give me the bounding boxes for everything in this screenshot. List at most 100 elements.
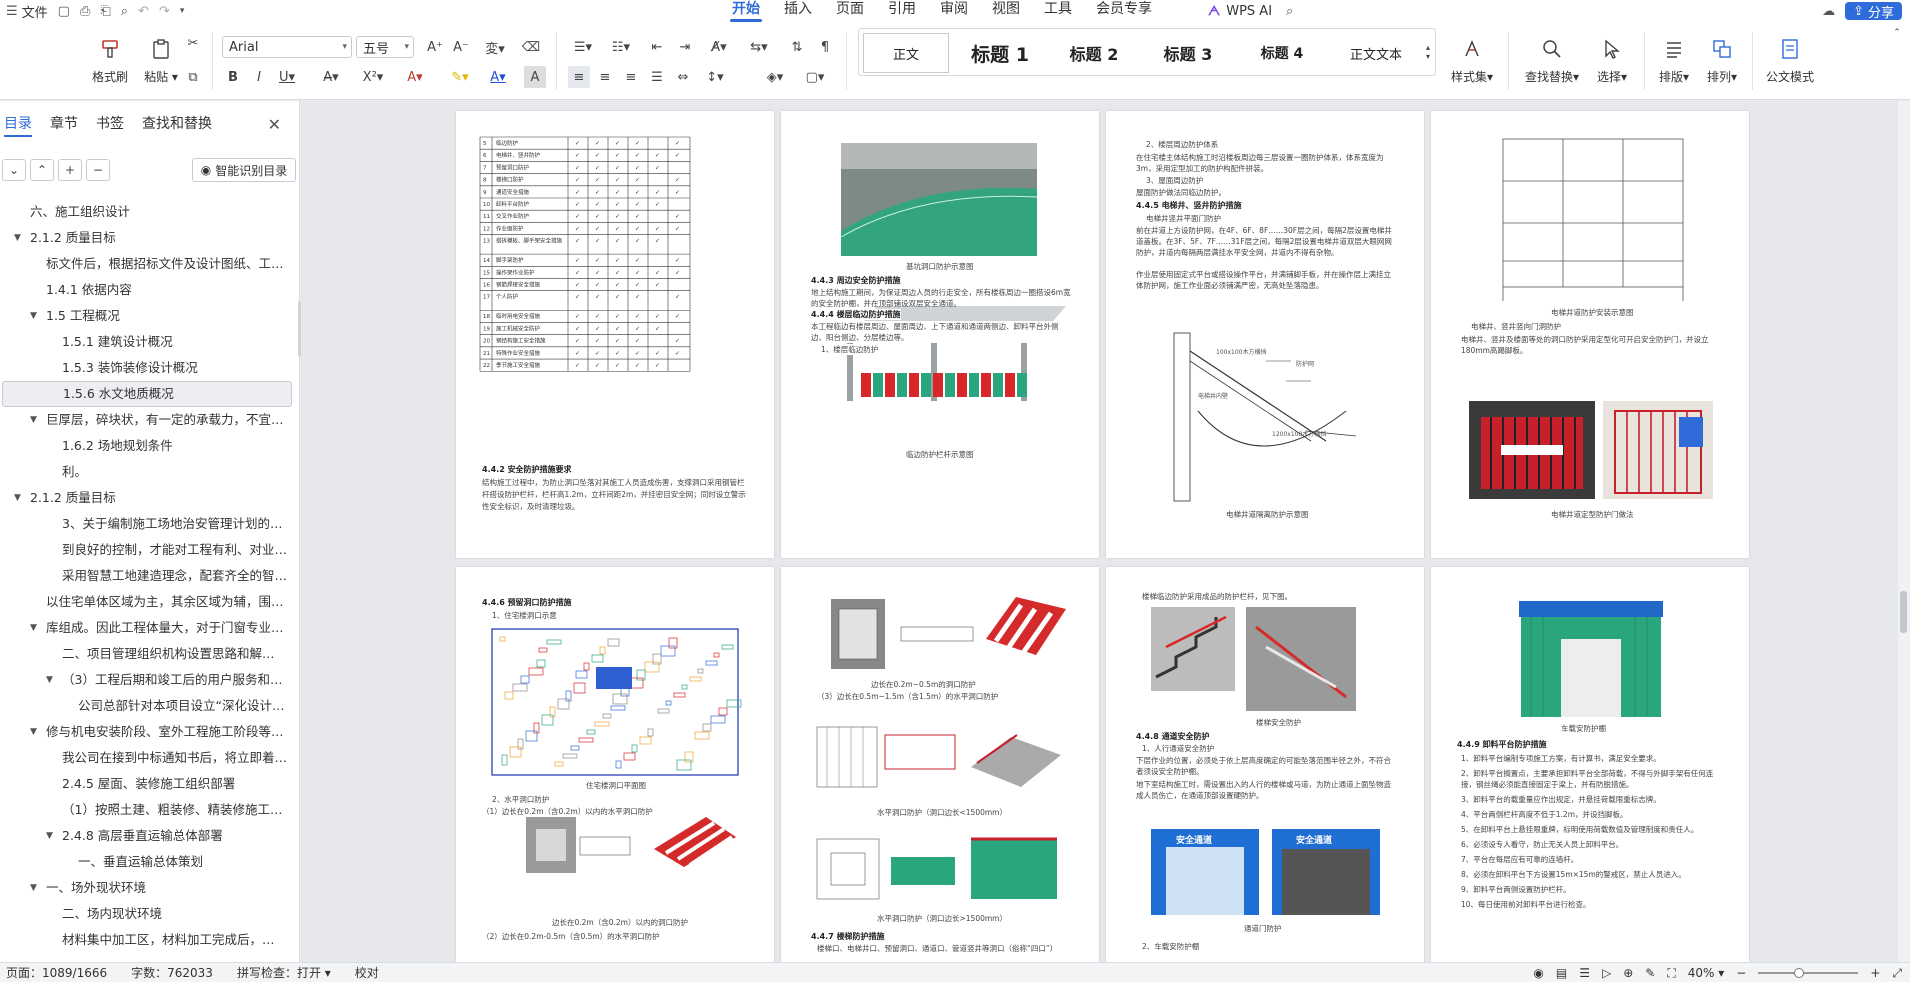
chevron-down-icon[interactable]: ▾: [180, 6, 185, 16]
tab-insert[interactable]: 插入: [772, 0, 824, 22]
toc-item[interactable]: ▼ 一、场外现状环境: [2, 875, 292, 901]
style-gallery-scroll-icon[interactable]: ▴ ▾: [1421, 29, 1435, 75]
toc-item[interactable]: ▼ 2.1.2 质量目标: [2, 485, 292, 511]
export-pdf-icon[interactable]: ⎙: [80, 4, 90, 19]
toc-item[interactable]: 1.5.1 建筑设计概况: [2, 329, 292, 355]
style-heading-1[interactable]: 标题 1: [955, 33, 1045, 73]
expand-icon[interactable]: ⌄: [2, 159, 26, 181]
proofread[interactable]: 校对: [355, 964, 379, 981]
toc-item[interactable]: ▼ 巨厚层，碎块状，有一定的承载力，不宜作…: [2, 407, 292, 433]
toc-item[interactable]: ▼ 2.1.2 质量目标: [2, 225, 292, 251]
zoom-in-icon[interactable]: +: [1870, 966, 1880, 980]
justify-icon[interactable]: ☰: [646, 66, 668, 88]
wps-ai-button[interactable]: ᗅ WPS AI ⌕: [1208, 0, 1293, 22]
pen-icon[interactable]: ✎: [1645, 966, 1655, 980]
close-icon[interactable]: ✕: [268, 115, 281, 134]
cloud-upload-icon[interactable]: ☁: [1822, 4, 1835, 19]
search-icon[interactable]: ⌕: [1286, 4, 1293, 19]
arrange-button[interactable]: 排列▾: [1700, 22, 1744, 85]
nav-tab-section[interactable]: 章节: [50, 113, 78, 137]
increase-indent-icon[interactable]: ⇥: [674, 36, 696, 58]
font-size-select[interactable]: 五号 ▾: [356, 36, 414, 58]
toc-item[interactable]: 利。: [2, 459, 292, 485]
underline-icon[interactable]: U▾: [276, 66, 298, 88]
zoom-out-icon[interactable]: −: [1736, 966, 1746, 980]
toc-expand-icon[interactable]: ▼: [30, 719, 37, 745]
toc-expand-icon[interactable]: ▼: [14, 485, 21, 511]
toc-item[interactable]: 二、项目管理组织机构设置思路和解…: [2, 641, 292, 667]
align-right-icon[interactable]: ≡: [620, 66, 642, 88]
nav-tab-toc[interactable]: 目录: [4, 113, 32, 137]
page-count[interactable]: 页面：1089/1666: [6, 964, 107, 981]
toc-item[interactable]: 我公司在接到中标通知书后，将立即着…: [2, 745, 292, 771]
toc-expand-icon[interactable]: ▼: [30, 615, 37, 641]
tab-member[interactable]: 会员专享: [1084, 0, 1164, 22]
document-scrollbar[interactable]: [1898, 101, 1910, 962]
toc-item[interactable]: 材料集中加工区，材料加工完成后，…: [2, 927, 292, 953]
toc-item[interactable]: 1.5.3 装饰装修设计概况: [2, 355, 292, 381]
font-name-select[interactable]: Arial ▾: [222, 36, 352, 58]
tab-tools[interactable]: 工具: [1032, 0, 1084, 22]
scroll-thumb[interactable]: [1900, 591, 1907, 633]
tab-page[interactable]: 页面: [824, 0, 876, 22]
collapse-icon[interactable]: ⌃: [30, 159, 54, 181]
toc-expand-icon[interactable]: ▼: [30, 407, 37, 433]
bold-icon[interactable]: B: [222, 66, 244, 88]
toc-item[interactable]: 2.4.5 屋面、装修施工组织部署: [2, 771, 292, 797]
eye-icon[interactable]: ◉: [1533, 966, 1543, 980]
layout-button[interactable]: 排版▾: [1652, 22, 1696, 85]
page-2[interactable]: 基坑洞口防护示意图 4.4.3 周边安全防护措施 地上结构施工期间，为保证周边人…: [781, 111, 1099, 558]
format-painter-button[interactable]: 格式刷: [90, 22, 130, 85]
toc-item[interactable]: 六、施工组织设计: [2, 199, 292, 225]
toc-item[interactable]: 以住宅单体区域为主，其余区域为辅，围绕…: [2, 589, 292, 615]
copy-icon[interactable]: ⧉: [182, 66, 204, 88]
fit-icon[interactable]: ⛶: [1667, 966, 1675, 981]
paste-button[interactable]: 粘贴 ▾: [138, 22, 184, 85]
superscript-icon[interactable]: X²▾: [362, 66, 384, 88]
italic-icon[interactable]: I: [248, 66, 270, 88]
font-color-icon[interactable]: A▾: [484, 66, 512, 88]
borders-icon[interactable]: ▢▾: [800, 66, 830, 88]
toc-item[interactable]: （1）按照土建、粗装修、精装修施工进…: [2, 797, 292, 823]
spell-check[interactable]: 拼写检查：打开 ▾: [237, 964, 331, 981]
style-heading-3[interactable]: 标题 3: [1143, 33, 1233, 73]
toc-item[interactable]: ▼ 库组成。因此工程体量大，对于门窗专业、…: [2, 615, 292, 641]
page-6[interactable]: 边长在0.2m~0.5m的洞口防护 （3）边长在0.5m~1.5m（含1.5m）…: [781, 567, 1099, 962]
grow-font-icon[interactable]: A⁺: [424, 36, 446, 58]
toc-item[interactable]: ▼ （3）工程后期和竣工后的用户服务和保…: [2, 667, 292, 693]
toc-expand-icon[interactable]: ▼: [46, 667, 53, 693]
strikethrough-icon[interactable]: A̶▾: [320, 66, 342, 88]
chinese-layout-icon[interactable]: A̸▾: [704, 36, 734, 58]
print-icon[interactable]: ⎗: [100, 4, 110, 19]
select-button[interactable]: 选择▾: [1590, 22, 1634, 85]
find-replace-button[interactable]: 查找替换▾: [1520, 22, 1584, 85]
add-heading-icon[interactable]: +: [58, 159, 82, 181]
toc-item[interactable]: ▼ 2.4.8 高层垂直运输总体部署: [2, 823, 292, 849]
file-menu[interactable]: ☰ 文件: [6, 2, 48, 21]
decrease-indent-icon[interactable]: ⇤: [646, 36, 668, 58]
style-body-text[interactable]: 正文文本: [1331, 33, 1421, 73]
zoom-slider[interactable]: [1758, 968, 1859, 978]
nav-tab-find[interactable]: 查找和替换: [142, 113, 212, 137]
zoom-level[interactable]: 40% ▾: [1688, 966, 1725, 980]
share-button[interactable]: ⇪ 分享: [1845, 2, 1902, 21]
toc-item[interactable]: 标文件后，根据招标文件及设计图纸、工程…: [2, 251, 292, 277]
toc-item[interactable]: 一、垂直运输总体策划: [2, 849, 292, 875]
shrink-font-icon[interactable]: A⁻: [450, 36, 472, 58]
text-effect-icon[interactable]: A▾: [404, 66, 426, 88]
align-center-icon[interactable]: ≡: [594, 66, 616, 88]
toc-expand-icon[interactable]: ▼: [14, 225, 21, 251]
page-7[interactable]: 楼梯临边防护采用成品的防护栏杆，见下图。 楼梯安全防护 4.4.8 通道安全防护…: [1106, 567, 1424, 962]
sort-icon[interactable]: ⇅: [786, 36, 808, 58]
line-spacing-icon[interactable]: ↕▾: [700, 66, 730, 88]
print-preview-icon[interactable]: ⌕: [121, 4, 128, 19]
page-5[interactable]: 4.4.6 预留洞口防护措施 1、住宅楼洞口示意 住宅楼洞口平面图 2、水平洞口…: [456, 567, 774, 962]
collapse-ribbon-icon[interactable]: ⌃: [1890, 26, 1904, 40]
remove-heading-icon[interactable]: −: [86, 159, 110, 181]
save-icon[interactable]: ▢: [58, 4, 70, 19]
style-set-button[interactable]: 样式集▾: [1446, 22, 1498, 85]
doc-mode-button[interactable]: 公文模式: [1760, 22, 1820, 85]
page-view-icon[interactable]: ▤: [1556, 966, 1567, 980]
page-1[interactable]: 5 临边防护 ✓ ✓ ✓ ✓ ✓ 6 电梯井、竖井防护 ✓ ✓ ✓ ✓ ✓ ✓ 7 预留洞口防护 ✓ ✓ ✓ ✓ ✓ 8 楼梯…: [456, 111, 774, 558]
toc-item[interactable]: 1.6.2 场地规划条件: [2, 433, 292, 459]
